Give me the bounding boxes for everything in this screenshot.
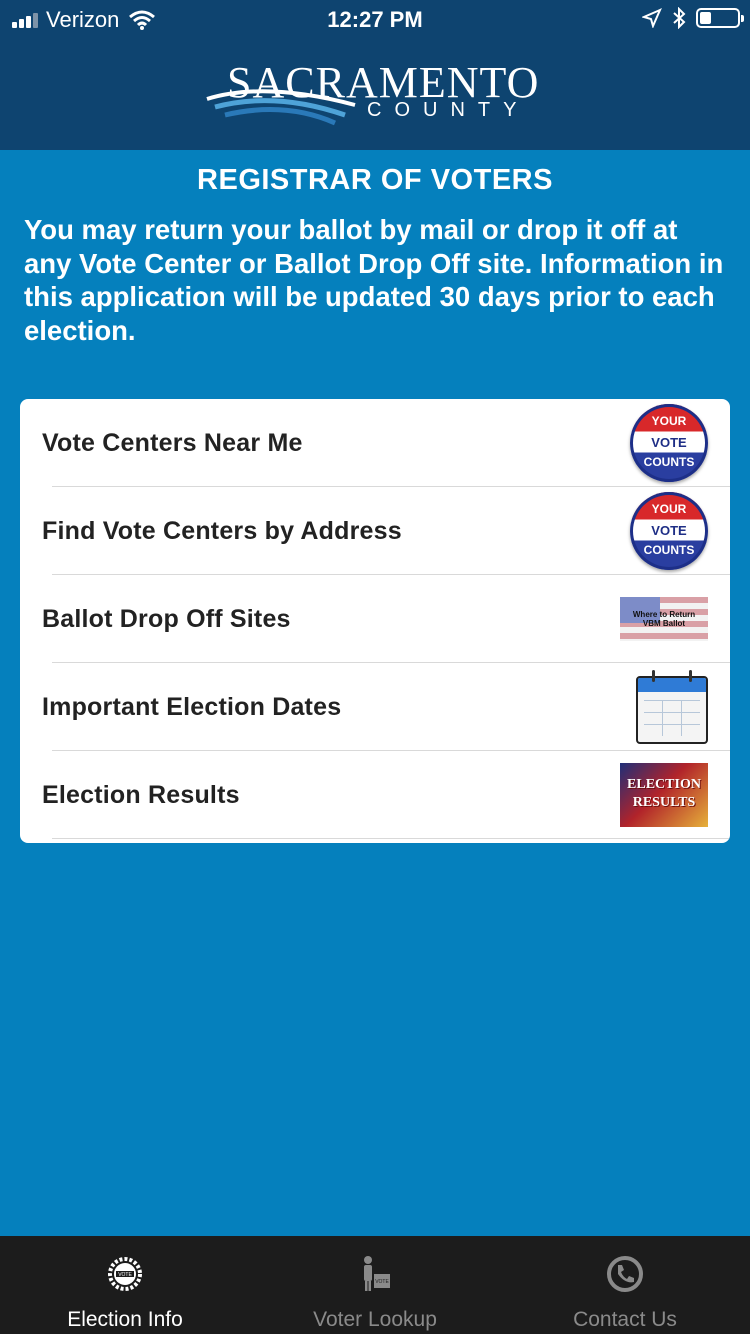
election-results-icon: ELECTION RESULTS [620, 763, 708, 827]
divider [52, 838, 730, 839]
menu-item-ballot-drop-off[interactable]: Ballot Drop Off Sites Where to Return VB… [20, 575, 730, 663]
menu-list: Vote Centers Near Me YOUR VOTE COUNTS Fi… [20, 399, 730, 843]
svg-text:VOTE: VOTE [375, 1279, 389, 1285]
clock: 12:27 PM [327, 7, 423, 32]
tab-label: Voter Lookup [313, 1308, 437, 1331]
menu-item-label: Important Election Dates [42, 692, 342, 721]
bluetooth-icon [673, 7, 686, 29]
vote-gear-icon: VOTE [108, 1257, 142, 1291]
menu-item-label: Vote Centers Near Me [42, 428, 303, 457]
wave-icon [206, 89, 356, 126]
tab-election-info[interactable]: VOTE Election Info [0, 1236, 250, 1334]
phone-icon [607, 1256, 643, 1292]
tab-bar: VOTE Election Info VOTE Voter Lookup Con… [0, 1236, 750, 1334]
menu-item-label: Ballot Drop Off Sites [42, 604, 291, 633]
your-vote-counts-icon: YOUR VOTE COUNTS [630, 404, 708, 482]
tab-label: Election Info [67, 1308, 183, 1331]
menu-item-label: Election Results [42, 780, 240, 809]
menu-item-label: Find Vote Centers by Address [42, 516, 402, 545]
location-arrow-icon [642, 8, 662, 28]
menu-item-election-results[interactable]: Election Results ELECTION RESULTS [20, 751, 730, 839]
page-title: REGISTRAR OF VOTERS [197, 164, 553, 196]
intro-text: You may return your ballot by mail or dr… [24, 214, 724, 346]
menu-item-vote-centers-near-me[interactable]: Vote Centers Near Me YOUR VOTE COUNTS [20, 399, 730, 487]
tab-voter-lookup[interactable]: VOTE Voter Lookup [250, 1236, 500, 1334]
app-header: Verizon 12:27 PM SACRAMENTO COUNTY [0, 0, 750, 150]
your-vote-counts-icon: YOUR VOTE COUNTS [630, 492, 708, 570]
menu-item-find-by-address[interactable]: Find Vote Centers by Address YOUR VOTE C… [20, 487, 730, 575]
battery-icon [696, 8, 744, 28]
tab-contact-us[interactable]: Contact Us [500, 1236, 750, 1334]
logo-subtitle: COUNTY [367, 99, 530, 121]
tab-label: Contact Us [573, 1308, 677, 1331]
vbm-ballot-flag-icon: Where to Return VBM Ballot [620, 597, 708, 641]
menu-item-election-dates[interactable]: Important Election Dates [20, 663, 730, 751]
voter-ballot-icon: VOTE [364, 1256, 390, 1291]
sacramento-county-logo: SACRAMENTO COUNTY [205, 55, 545, 135]
calendar-icon [636, 670, 708, 744]
svg-text:VOTE: VOTE [118, 1272, 132, 1278]
status-bar: Verizon 12:27 PM [0, 0, 750, 40]
